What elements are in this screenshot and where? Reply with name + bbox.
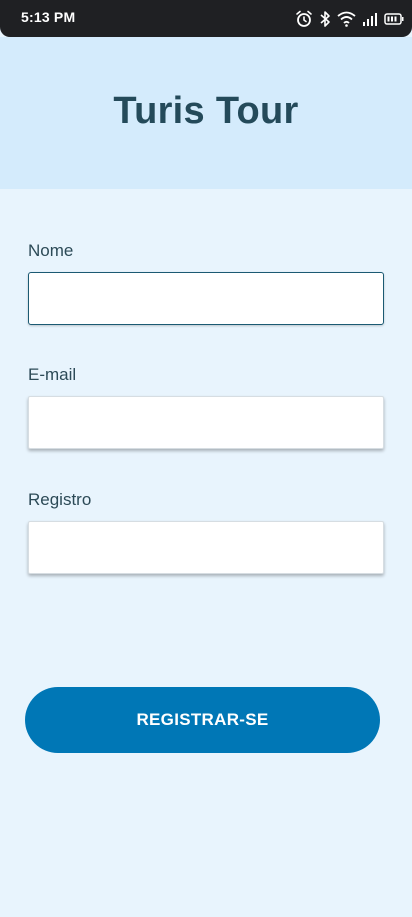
email-label: E-mail — [28, 365, 77, 384]
name-label: Nome — [28, 241, 74, 260]
register-button[interactable]: REGISTRAR-SE — [25, 687, 380, 753]
status-bar: 5:13 PM — [0, 0, 412, 37]
status-icons — [295, 10, 404, 28]
name-input[interactable] — [28, 272, 384, 325]
app-header: Turis Tour — [0, 37, 412, 189]
status-time: 5:13 PM — [21, 9, 76, 25]
registro-input[interactable] — [28, 521, 384, 574]
signal-icon — [362, 12, 378, 26]
registro-label: Registro — [28, 490, 92, 509]
app-title: Turis Tour — [113, 90, 299, 132]
alarm-icon — [295, 10, 313, 28]
bluetooth-icon — [319, 10, 331, 28]
email-input[interactable] — [28, 396, 384, 449]
wifi-icon — [337, 11, 356, 27]
battery-icon — [384, 13, 404, 25]
